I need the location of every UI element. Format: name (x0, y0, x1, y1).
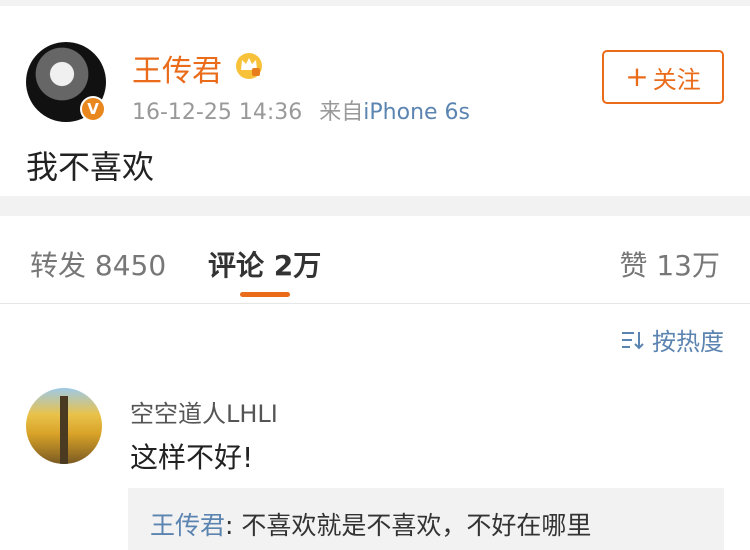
plus-icon: + (625, 60, 649, 93)
tab-repost[interactable]: 转发 8450 (30, 244, 166, 284)
active-tab-indicator (240, 292, 290, 297)
follow-button[interactable]: + 关注 (602, 50, 724, 104)
tab-like[interactable]: 赞 13万 (619, 244, 720, 284)
tab-bar: 转发 8450 评论 2万 赞 13万 (0, 216, 750, 304)
follow-label: 关注 (652, 65, 701, 94)
tab-comment[interactable]: 评论 2万 (208, 244, 321, 284)
verified-v-icon: V (80, 96, 106, 122)
source-prefix: 来自 (319, 100, 364, 125)
author-name[interactable]: 王传君 (132, 46, 222, 90)
reply-text: 不喜欢就是不喜欢，不好在哪里 (241, 511, 592, 540)
reply-separator: : (225, 511, 242, 540)
post-meta: 16-12-25 14:36 来自iPhone 6s (132, 94, 470, 126)
source-link[interactable]: iPhone 6s (363, 100, 470, 125)
crown-vip-icon (236, 53, 262, 79)
sort-icon (622, 331, 644, 349)
comment-list: 按热度 空空道人LHLI 这样不好! 王传君: 不喜欢就是不喜欢，不好在哪里 (0, 304, 750, 550)
commenter-name[interactable]: 空空道人LHLI (130, 394, 278, 429)
sort-label: 按热度 (652, 328, 724, 356)
post-date: 16-12-25 14:36 (132, 100, 303, 125)
post-card: V 王传君 16-12-25 14:36 来自iPhone 6s + 关注 我不… (0, 0, 750, 196)
sort-button[interactable]: 按热度 (620, 322, 724, 357)
comment-text: 这样不好! (130, 441, 254, 474)
reply-username[interactable]: 王传君 (150, 511, 225, 540)
post-content: 我不喜欢 (26, 148, 155, 186)
commenter-avatar[interactable] (26, 388, 102, 464)
reply-box[interactable]: 王传君: 不喜欢就是不喜欢，不好在哪里 (128, 488, 724, 550)
